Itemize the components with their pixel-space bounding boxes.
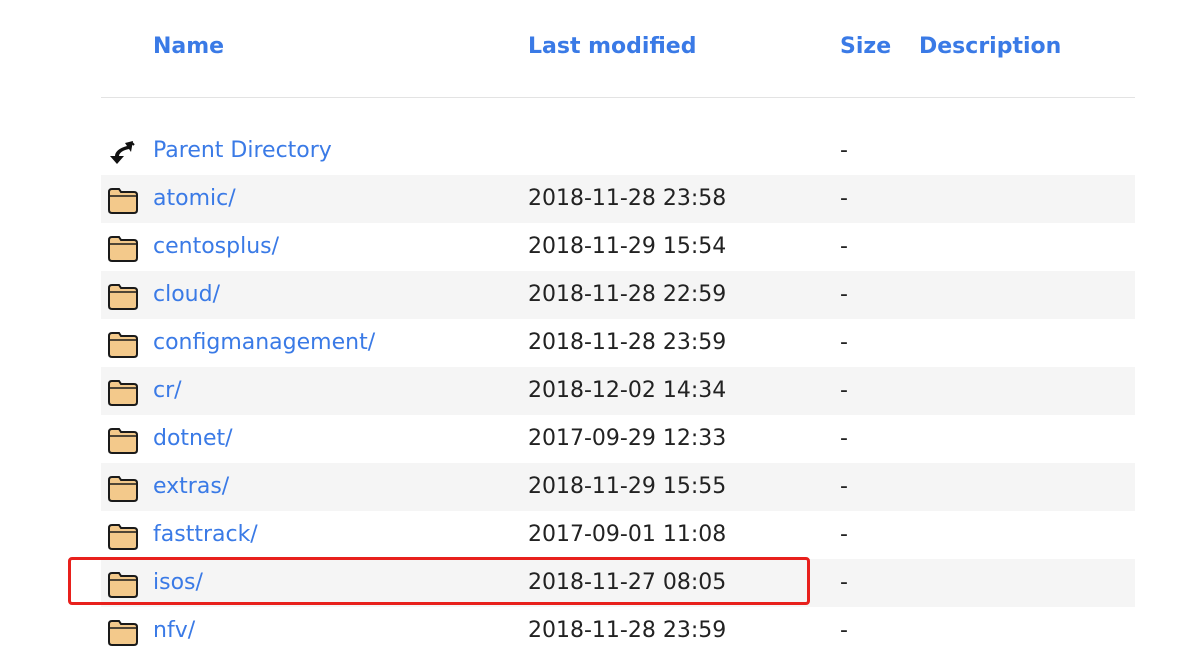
row-modified: 2018-11-29 15:54	[528, 234, 727, 259]
row-name-link[interactable]: atomic/	[153, 186, 236, 211]
row-name-link[interactable]: dotnet/	[153, 426, 233, 451]
row-name-link[interactable]: Parent Directory	[153, 138, 332, 163]
folder-icon	[107, 186, 139, 214]
row-modified: 2018-11-28 23:58	[528, 186, 727, 211]
row-name-link[interactable]: cr/	[153, 378, 182, 403]
row-modified: 2018-11-27 08:05	[528, 570, 727, 595]
folder-icon	[107, 522, 139, 550]
row-name-link[interactable]: fasttrack/	[153, 522, 258, 547]
directory-listing: Name Last modified Size Description Pare…	[101, 0, 1135, 655]
row-size: -	[840, 474, 848, 499]
folder-icon	[107, 234, 139, 262]
row-name-link[interactable]: extras/	[153, 474, 229, 499]
row-modified: 2018-11-28 22:59	[528, 282, 727, 307]
column-header-name[interactable]: Name	[153, 34, 224, 59]
table-row-atomic: atomic/ 2018-11-28 23:58 -	[101, 175, 1135, 223]
folder-icon	[107, 426, 139, 454]
row-name-link[interactable]: nfv/	[153, 618, 195, 643]
header-spacer	[101, 98, 1135, 127]
folder-icon	[107, 570, 139, 598]
table-row-cloud: cloud/ 2018-11-28 22:59 -	[101, 271, 1135, 319]
row-size: -	[840, 234, 848, 259]
table-header: Name Last modified Size Description	[101, 0, 1135, 98]
folder-icon	[107, 282, 139, 310]
row-modified: 2018-11-28 23:59	[528, 618, 727, 643]
table-row-fasttrack: fasttrack/ 2017-09-01 11:08 -	[101, 511, 1135, 559]
table-row-isos: isos/ 2018-11-27 08:05 -	[101, 559, 1135, 607]
row-modified: 2018-11-28 23:59	[528, 330, 727, 355]
folder-icon	[107, 378, 139, 406]
row-size: -	[840, 522, 848, 547]
table-row-dotnet: dotnet/ 2017-09-29 12:33 -	[101, 415, 1135, 463]
row-size: -	[840, 378, 848, 403]
row-size: -	[840, 618, 848, 643]
row-name-link[interactable]: centosplus/	[153, 234, 279, 259]
row-size: -	[840, 186, 848, 211]
row-modified: 2018-12-02 14:34	[528, 378, 727, 403]
folder-icon	[107, 474, 139, 502]
row-name-link[interactable]: cloud/	[153, 282, 220, 307]
table-row-configmanagement: configmanagement/ 2018-11-28 23:59 -	[101, 319, 1135, 367]
table-row-extras: extras/ 2018-11-29 15:55 -	[101, 463, 1135, 511]
folder-icon	[107, 330, 139, 358]
folder-icon	[107, 618, 139, 646]
row-modified: 2018-11-29 15:55	[528, 474, 727, 499]
table-row-cr: cr/ 2018-12-02 14:34 -	[101, 367, 1135, 415]
column-header-size[interactable]: Size	[840, 34, 891, 59]
column-header-description[interactable]: Description	[919, 34, 1061, 59]
row-size: -	[840, 282, 848, 307]
row-name-link[interactable]: isos/	[153, 570, 203, 595]
row-modified: 2017-09-01 11:08	[528, 522, 727, 547]
row-size: -	[840, 330, 848, 355]
row-size: -	[840, 426, 848, 451]
table-row-nfv: nfv/ 2018-11-28 23:59 -	[101, 607, 1135, 655]
column-header-last-modified[interactable]: Last modified	[528, 34, 696, 59]
back-arrow-icon	[107, 138, 139, 166]
table-row-centosplus: centosplus/ 2018-11-29 15:54 -	[101, 223, 1135, 271]
row-name-link[interactable]: configmanagement/	[153, 330, 375, 355]
table-row-parent-directory: Parent Directory -	[101, 127, 1135, 175]
row-size: -	[840, 570, 848, 595]
row-modified: 2017-09-29 12:33	[528, 426, 727, 451]
row-size: -	[840, 138, 848, 163]
